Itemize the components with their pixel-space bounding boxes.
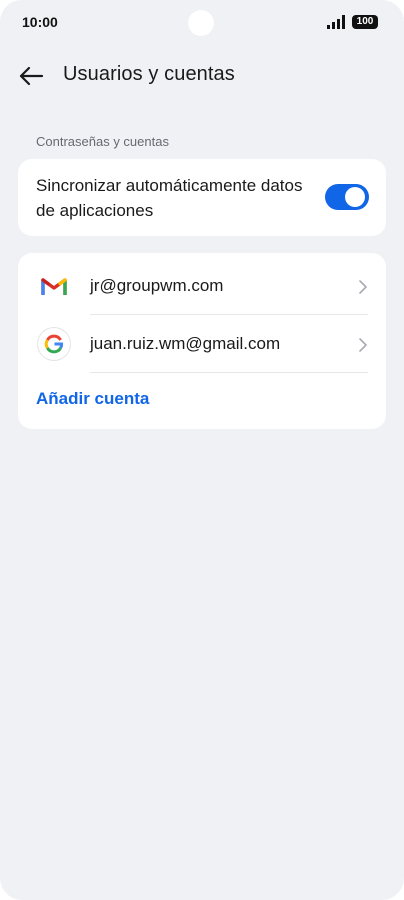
sync-label: Sincronizar automáticamente datos de apl…	[36, 176, 303, 220]
toggle-knob	[345, 187, 365, 207]
google-icon	[36, 328, 72, 360]
add-account-button[interactable]: Añadir cuenta	[36, 389, 149, 409]
page-title: Usuarios y cuentas	[63, 63, 235, 85]
battery-level: 100	[356, 16, 374, 27]
gmail-icon	[36, 270, 72, 302]
chevron-right-icon	[359, 280, 367, 294]
sync-card: Sincronizar automáticamente datos de apl…	[18, 159, 386, 236]
account-row-gmail[interactable]: juan.ruiz.wm@gmail.com	[18, 315, 386, 373]
back-button[interactable]	[14, 60, 48, 92]
back-arrow-icon	[19, 66, 44, 86]
section-label: Contraseñas y cuentas	[36, 134, 169, 149]
phone-screen: 10:00 100 Usuarios y cuentas Contraseñas…	[0, 0, 404, 900]
front-camera-cutout	[188, 10, 214, 36]
sync-toggle[interactable]	[325, 184, 369, 210]
divider	[90, 372, 368, 373]
accounts-card: jr@groupwm.com juan.ruiz.wm@gmail.com Añ…	[18, 253, 386, 429]
signal-icon	[327, 15, 345, 29]
account-label: juan.ruiz.wm@gmail.com	[90, 334, 281, 353]
chevron-right-icon	[359, 338, 367, 352]
status-bar: 10:00 100	[0, 0, 404, 44]
battery-icon: 100	[352, 15, 378, 29]
status-time: 10:00	[22, 14, 58, 30]
account-label: jr@groupwm.com	[90, 276, 224, 295]
account-row-groupwm[interactable]: jr@groupwm.com	[18, 257, 386, 315]
